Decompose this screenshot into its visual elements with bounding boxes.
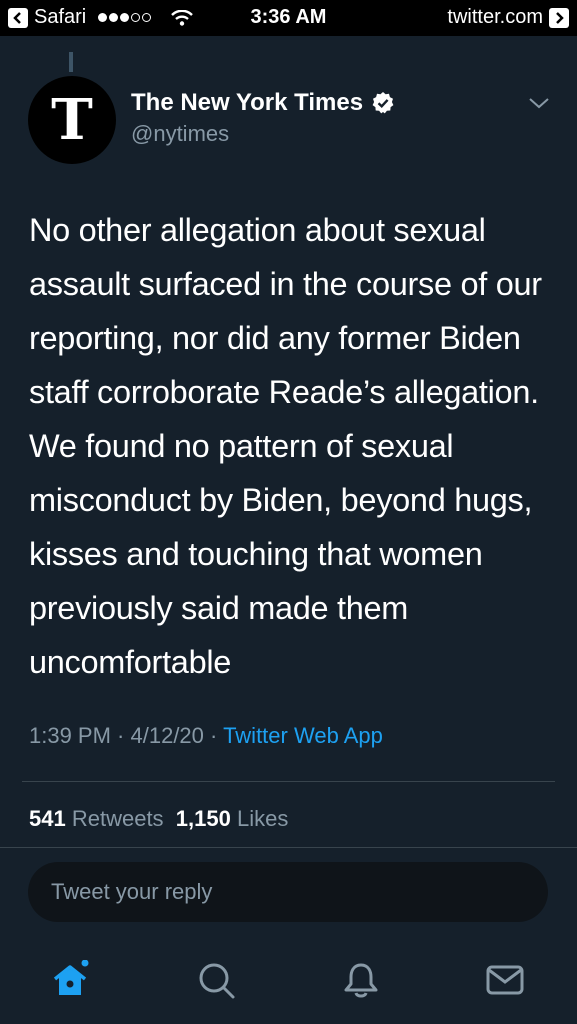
- thread-connector-line: [69, 52, 73, 72]
- chevron-down-icon[interactable]: [528, 96, 550, 110]
- tweet-time[interactable]: 1:39 PM: [29, 723, 111, 748]
- tweet-source-link[interactable]: Twitter Web App: [223, 723, 383, 748]
- like-label: Likes: [236, 806, 289, 831]
- avatar[interactable]: T: [28, 76, 116, 164]
- bottom-tab-bar: [0, 940, 577, 1024]
- tweet-metadata: 1:39 PM · 4/12/20 · Twitter Web App: [29, 723, 383, 749]
- status-bar-right: twitter.com: [447, 6, 569, 29]
- author-name[interactable]: The New York Times: [131, 89, 363, 117]
- bell-icon[interactable]: [341, 960, 381, 1000]
- avatar-logo: T: [51, 87, 93, 153]
- reply-input[interactable]: Tweet your reply: [28, 862, 548, 922]
- retweet-label: Retweets: [71, 806, 164, 831]
- retweet-count: 541: [29, 806, 66, 831]
- search-icon[interactable]: [196, 960, 236, 1000]
- tweet-date[interactable]: 4/12/20: [131, 723, 204, 748]
- divider: [22, 781, 555, 782]
- author-name-row: The New York Times: [131, 89, 395, 117]
- retweets-stat[interactable]: 541 Retweets: [29, 806, 164, 831]
- divider: [0, 847, 577, 848]
- verified-badge-icon: [372, 92, 394, 114]
- site-label[interactable]: twitter.com: [447, 6, 543, 29]
- mail-icon[interactable]: [485, 960, 525, 1000]
- like-count: 1,150: [175, 806, 231, 831]
- tweet-stats: 541 Retweets 1,150 Likes: [29, 806, 288, 832]
- meta-separator: ·: [203, 723, 224, 748]
- author-handle[interactable]: @nytimes: [131, 121, 229, 147]
- tweet-text: No other allegation about sexual assault…: [29, 212, 542, 680]
- reply-placeholder: Tweet your reply: [51, 879, 213, 904]
- status-bar: Safari 3:36 AM twitter.com: [0, 0, 577, 36]
- home-icon[interactable]: [50, 960, 90, 1000]
- likes-stat[interactable]: 1,150 Likes: [176, 806, 289, 831]
- forward-to-site-icon[interactable]: [549, 7, 569, 28]
- meta-separator: ·: [110, 723, 131, 748]
